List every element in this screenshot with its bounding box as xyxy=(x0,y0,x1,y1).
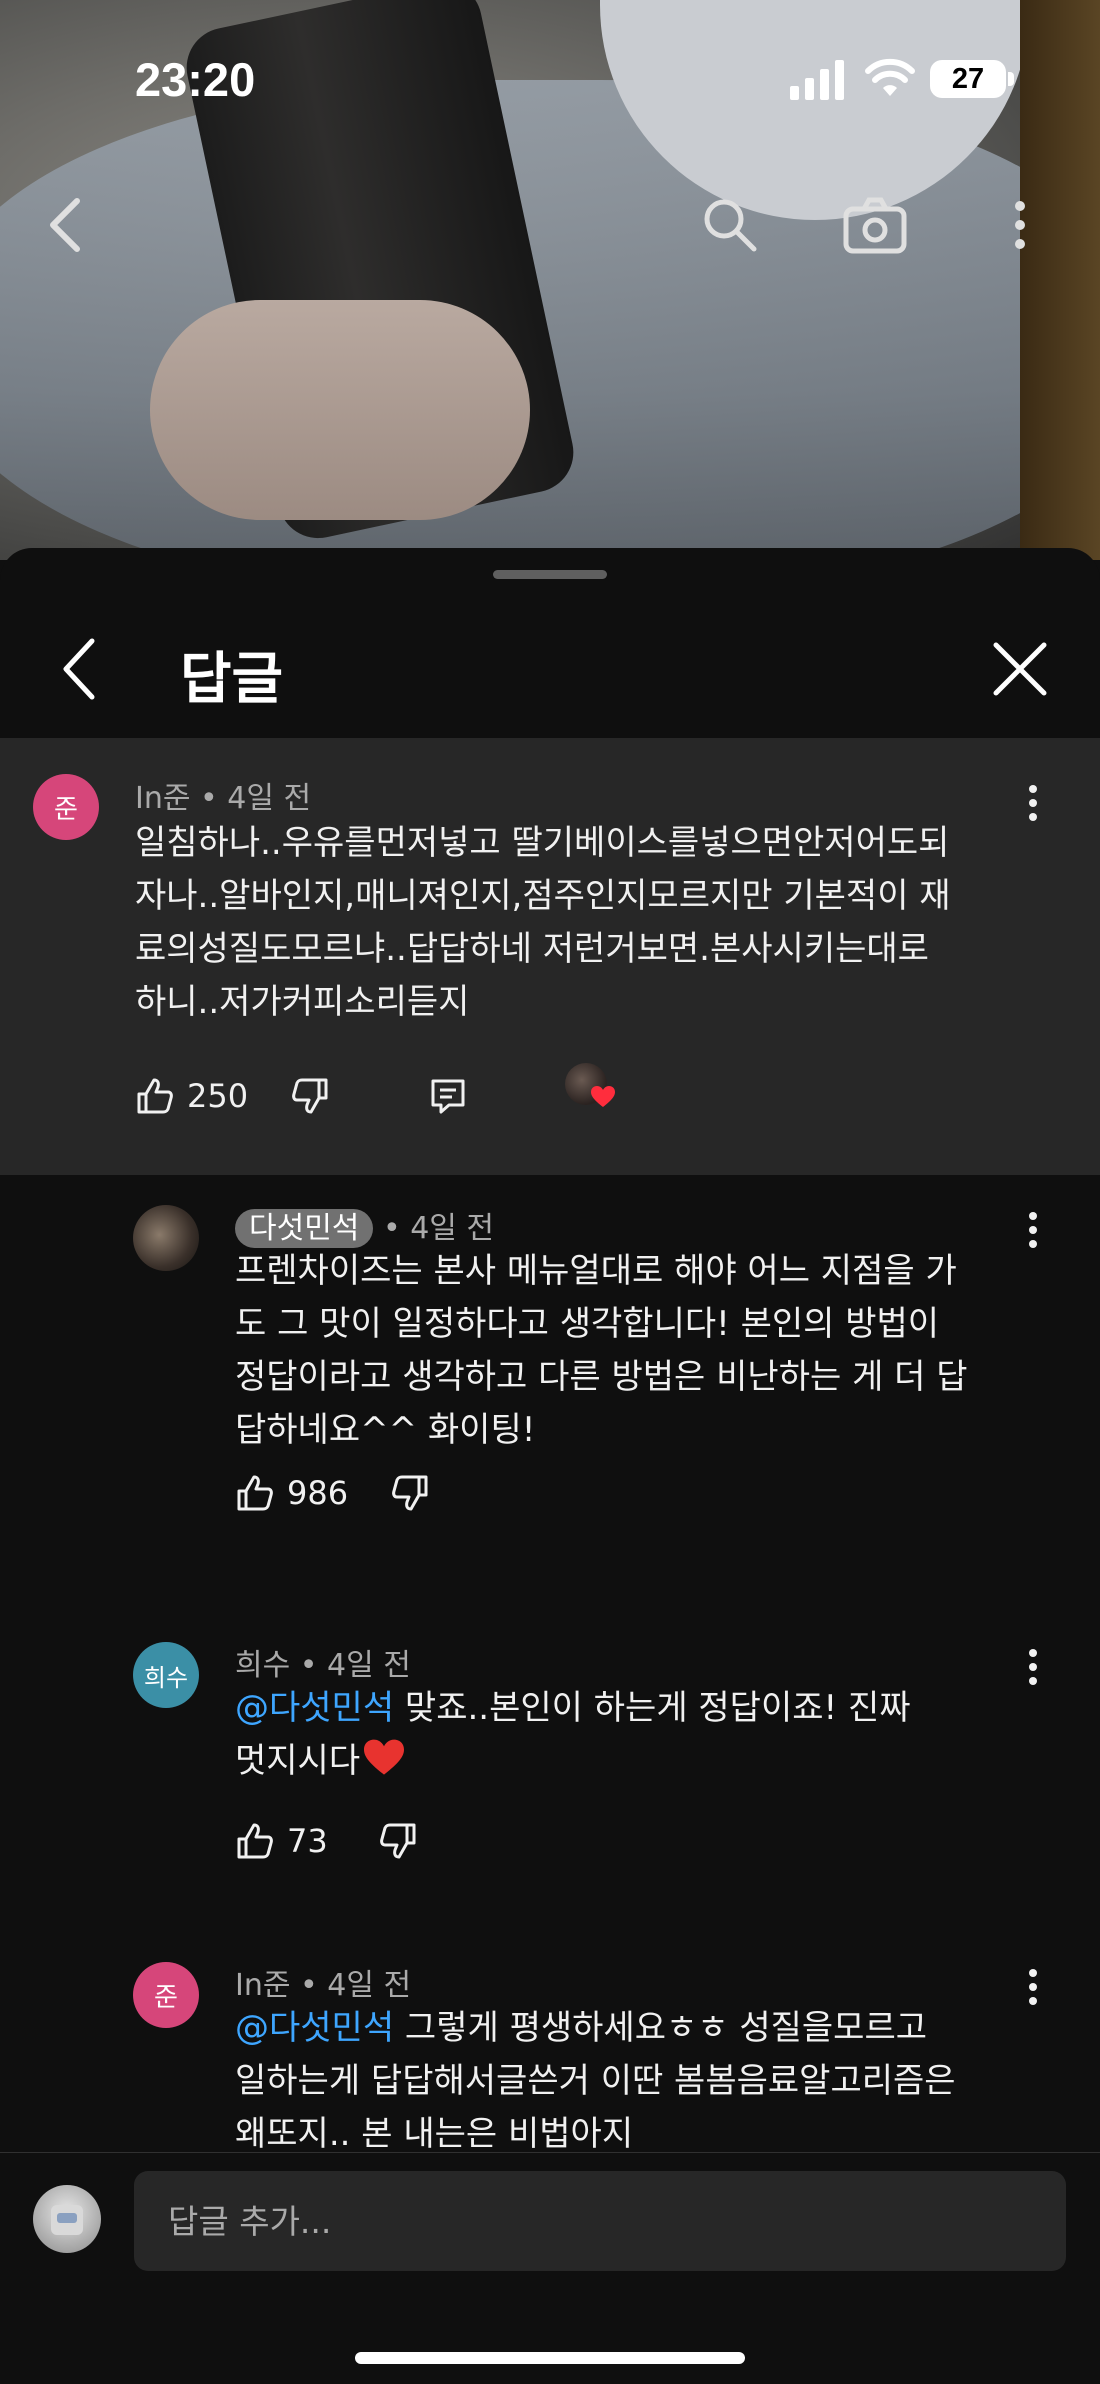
comment-line: 프렌차이즈는 본사 메뉴얼대로 해야 어느 지점을 가 xyxy=(235,1251,957,1291)
sheet-header: 답글 xyxy=(0,608,1100,728)
reply-comment: 희수 희수 • 4일 전 @다섯민석 맞죠..본인이 하는게 정답이죠! 진짜 … xyxy=(0,1640,1100,1860)
wifi-icon xyxy=(865,58,915,96)
reply-comment: 다섯민석 • 4일 전 프렌차이즈는 본사 메뉴얼대로 해야 어느 지점을 가 … xyxy=(0,1203,1100,1512)
dislike-button[interactable] xyxy=(290,1068,330,1124)
comment-line-text: 맞죠..본인이 하는게 정답이죠! 진짜 xyxy=(394,1688,911,1728)
comment-more-icon[interactable] xyxy=(1013,1962,1053,2012)
more-vert-icon[interactable] xyxy=(985,190,1055,260)
mention-link[interactable]: @다섯민석 xyxy=(235,1688,394,1728)
comment-line: 일침하나..우유를먼저넣고 딸기베이스를넣으면안저어도되 xyxy=(135,823,950,863)
comment-actions: 250 xyxy=(135,1068,468,1124)
camera-icon[interactable] xyxy=(840,190,910,260)
reply-comment: 준 In준 • 4일 전 @다섯민석 그렇게 평생하세요ㅎㅎ 성질을모르고 일하… xyxy=(0,1960,1100,2152)
comment-line: 일하는게 답답해서글쓴거 이딴 봄봄음료알고리즘은 xyxy=(235,2061,956,2101)
reply-icon xyxy=(431,1079,465,1114)
like-count: 73 xyxy=(287,1822,328,1860)
comment-meta: In준 • 4일 전 xyxy=(135,773,311,817)
meta-separator: • xyxy=(290,1648,327,1683)
comment-text: 프렌차이즈는 본사 메뉴얼대로 해야 어느 지점을 가 도 그 맛이 일정하다고… xyxy=(235,1245,968,1457)
comment-age: 4일 전 xyxy=(327,1968,412,2003)
back-arrow-icon[interactable] xyxy=(30,190,100,260)
comment-line: 도 그 맛이 일정하다고 생각합니다! 본인의 방법이 xyxy=(235,1304,940,1344)
thumb-down-icon xyxy=(392,1475,428,1511)
sheet-title: 답글 xyxy=(180,647,284,712)
battery-indicator: 27 xyxy=(930,60,1006,98)
comment-line: 답하네요^^ 화이팅! xyxy=(235,1410,536,1450)
meta-separator: • xyxy=(290,1968,328,2003)
home-indicator xyxy=(355,2352,745,2364)
chevron-left-icon[interactable] xyxy=(50,634,110,704)
replies-sheet: 답글 준 In준 • 4일 전 일침하나..우유를먼저넣고 딸기베이스를넣으면안… xyxy=(0,548,1100,2383)
comment-line: 자나..알바인지,매니져인지,점주인지모르지만 기본적이 재 xyxy=(135,876,951,916)
comment-line-text: 그렇게 평생하세요ㅎㅎ 성질을모르고 xyxy=(394,2008,928,2048)
parent-comment: 준 In준 • 4일 전 일침하나..우유를먼저넣고 딸기베이스를넣으면안저어도… xyxy=(0,738,1100,1175)
like-button[interactable]: 986 xyxy=(235,1465,348,1521)
battery-nub xyxy=(1008,72,1014,86)
comment-author[interactable]: 다섯민석 xyxy=(235,1209,374,1248)
status-bar: 23:20 27 xyxy=(0,0,1100,150)
like-button[interactable]: 73 xyxy=(235,1813,328,1869)
thumb-up-icon xyxy=(237,1475,273,1511)
comment-author[interactable]: 희수 xyxy=(235,1648,290,1683)
like-count: 250 xyxy=(187,1077,249,1115)
comment-age: 4일 전 xyxy=(227,781,312,816)
comment-meta: 다섯민석 • 4일 전 xyxy=(235,1203,495,1248)
comment-line: 왜또지.. 본 내는은 비법아지 xyxy=(235,2114,634,2152)
comment-text: @다섯민석 그렇게 평생하세요ㅎㅎ 성질을모르고 일하는게 답답해서글쓴거 이딴… xyxy=(235,2002,956,2152)
user-avatar[interactable] xyxy=(33,2185,101,2253)
like-button[interactable]: 250 xyxy=(135,1068,248,1124)
avatar[interactable] xyxy=(133,1205,199,1271)
reply-composer xyxy=(0,2152,1100,2384)
comment-line: 하니..저가커피소리듣지 xyxy=(135,982,470,1022)
dislike-button[interactable] xyxy=(378,1813,418,1869)
meta-separator: • xyxy=(190,781,228,816)
thumb-up-icon xyxy=(237,1823,273,1859)
thumb-up-icon xyxy=(137,1078,173,1114)
comment-line: @다섯민석 그렇게 평생하세요ㅎㅎ 성질을모르고 xyxy=(235,2002,956,2055)
comment-author[interactable]: In준 xyxy=(235,1968,290,2003)
comment-line: 멋지시다 xyxy=(235,1735,911,1788)
mention-link[interactable]: @다섯민석 xyxy=(235,2008,394,2048)
comment-actions: 986 xyxy=(235,1465,430,1521)
comment-more-icon[interactable] xyxy=(1013,1205,1053,1255)
avatar[interactable]: 준 xyxy=(133,1962,199,2028)
avatar[interactable]: 희수 xyxy=(133,1642,199,1708)
comment-meta: 희수 • 4일 전 xyxy=(235,1640,411,1684)
comment-line: 정답이라고 생각하고 다른 방법은 비난하는 게 더 답 xyxy=(235,1357,968,1397)
comment-age: 4일 전 xyxy=(326,1648,411,1683)
comment-line: 료의성질도모르냐..답답하네 저런거보면.본사시키는대로 xyxy=(135,929,929,969)
comment-line-text: 멋지시다 xyxy=(235,1741,361,1781)
comment-more-icon[interactable] xyxy=(1013,778,1053,828)
search-icon[interactable] xyxy=(695,190,765,260)
creator-heart-badge xyxy=(565,1063,615,1113)
meta-separator: • xyxy=(373,1211,411,1246)
thumb-down-icon xyxy=(292,1078,328,1114)
comment-author[interactable]: In준 xyxy=(135,781,190,816)
comment-actions: 73 xyxy=(235,1813,418,1869)
thumb-down-icon xyxy=(379,1823,416,1859)
reply-button[interactable] xyxy=(428,1068,468,1124)
comment-line: @다섯민석 맞죠..본인이 하는게 정답이죠! 진짜 xyxy=(235,1682,911,1735)
comment-more-icon[interactable] xyxy=(1013,1642,1053,1692)
heart-emoji-icon xyxy=(364,1739,405,1775)
comment-text: @다섯민석 맞죠..본인이 하는게 정답이죠! 진짜 멋지시다 xyxy=(235,1682,911,1788)
comment-age: 4일 전 xyxy=(410,1211,495,1246)
comment-meta: In준 • 4일 전 xyxy=(235,1960,411,2004)
video-hand xyxy=(150,300,530,520)
status-time: 23:20 xyxy=(135,53,256,106)
cellular-signal-icon xyxy=(790,60,844,100)
heart-icon xyxy=(591,1086,615,1107)
close-icon[interactable] xyxy=(985,634,1055,704)
drag-handle[interactable] xyxy=(493,570,607,579)
like-count: 986 xyxy=(287,1474,349,1512)
reply-input[interactable] xyxy=(134,2171,1066,2271)
avatar[interactable]: 준 xyxy=(33,774,99,840)
dislike-button[interactable] xyxy=(390,1465,430,1521)
user-avatar-detail xyxy=(57,2213,77,2223)
comment-text: 일침하나..우유를먼저넣고 딸기베이스를넣으면안저어도되 자나..알바인지,매니… xyxy=(135,817,951,1029)
